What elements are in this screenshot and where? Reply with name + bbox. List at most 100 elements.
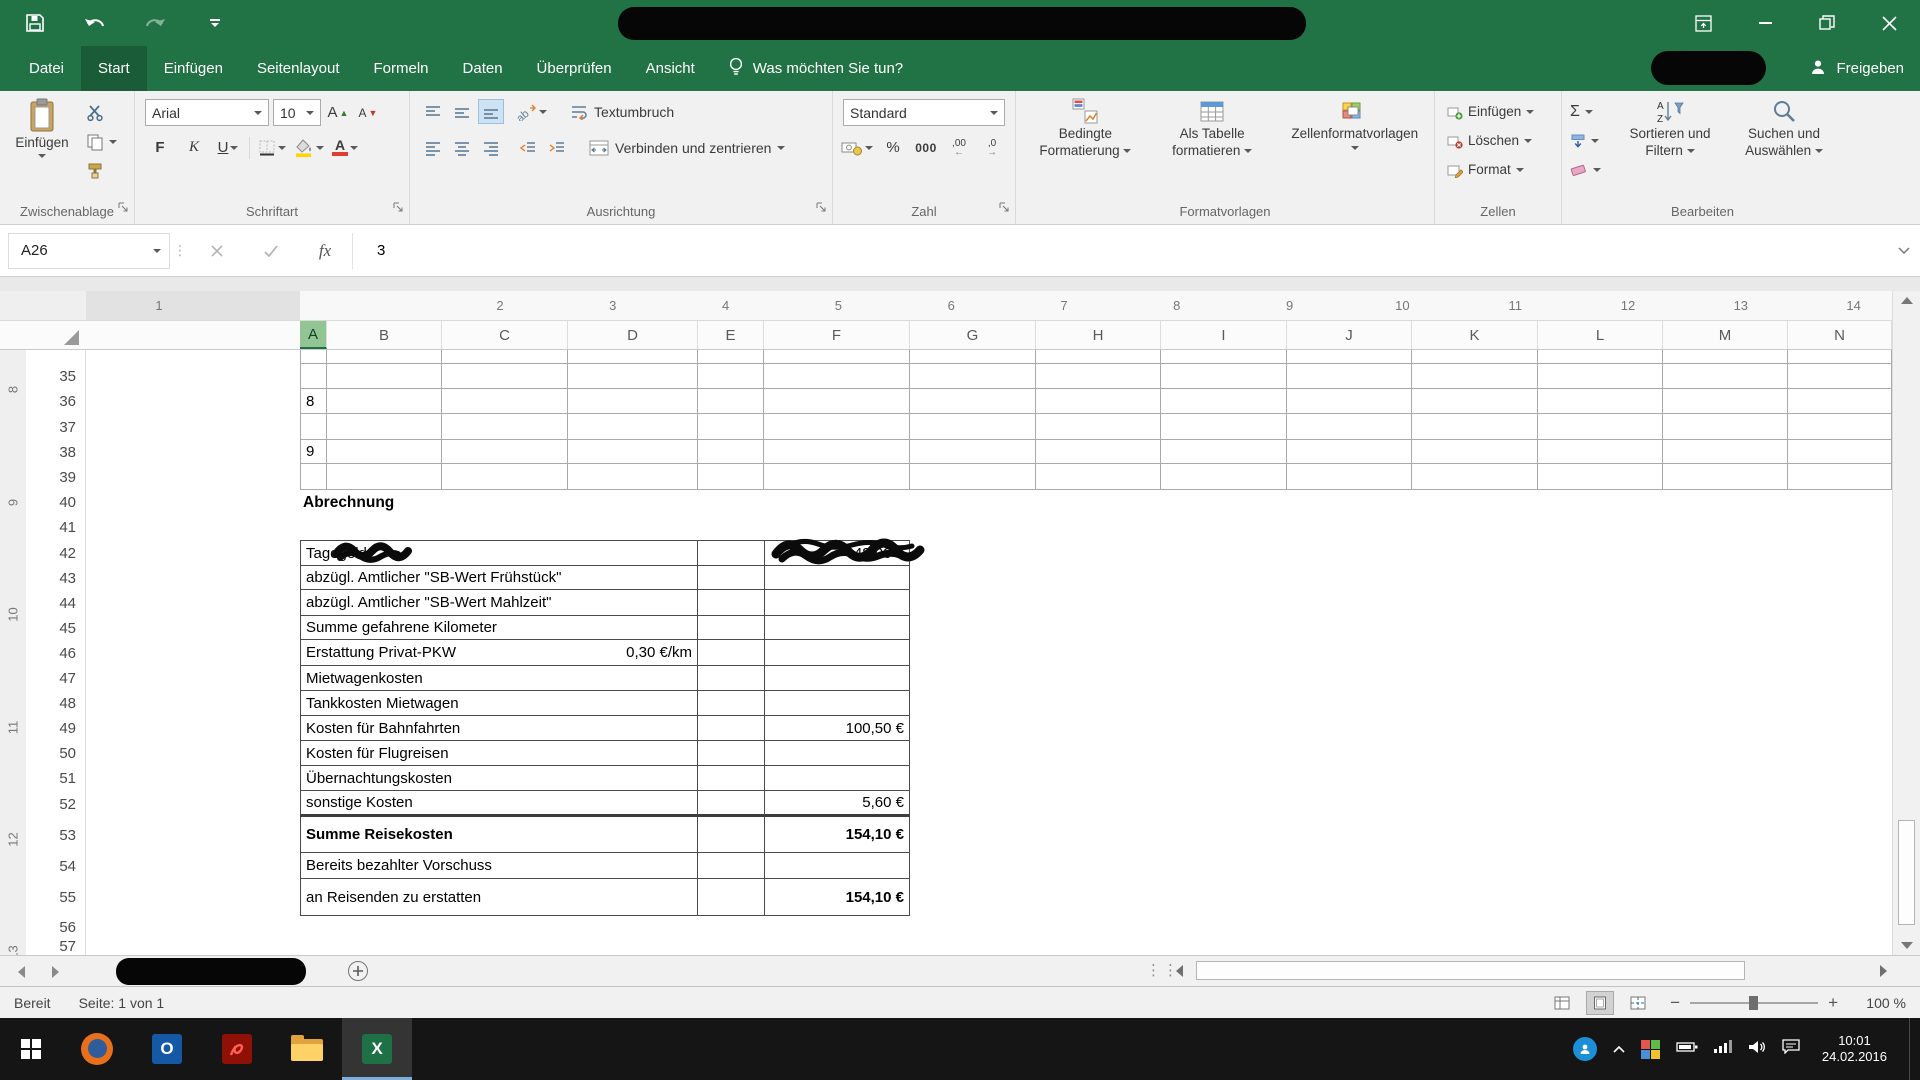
cell-N38[interactable] xyxy=(1788,440,1892,464)
share-button[interactable]: Freigeben xyxy=(1809,46,1904,91)
cell-J[interactable] xyxy=(1287,350,1412,364)
row-header-51[interactable]: 51 xyxy=(26,766,85,791)
tell-me-box[interactable]: Was möchten Sie tun? xyxy=(728,46,903,91)
cell-mid-51[interactable] xyxy=(698,766,764,791)
cut-button[interactable] xyxy=(86,98,117,127)
tray-show-hidden-icon[interactable] xyxy=(1613,1040,1625,1058)
scroll-down-icon[interactable] xyxy=(1901,942,1913,949)
cell-C37[interactable] xyxy=(442,414,568,440)
cell-N36[interactable] xyxy=(1788,389,1892,414)
decrease-decimal-button[interactable]: ,0→ xyxy=(979,135,1005,160)
cell-N37[interactable] xyxy=(1788,414,1892,440)
clipboard-dialog-launcher-icon[interactable] xyxy=(117,200,129,216)
cell-K36[interactable] xyxy=(1412,389,1538,414)
increase-indent-icon[interactable] xyxy=(544,135,570,160)
cell-value-47[interactable] xyxy=(764,666,910,691)
cell-I36[interactable] xyxy=(1161,389,1287,414)
cell-B39[interactable] xyxy=(327,464,442,490)
fill-color-button[interactable] xyxy=(294,135,324,160)
shrink-font-button[interactable]: A▼ xyxy=(355,100,381,125)
bold-button[interactable]: F xyxy=(147,135,173,160)
grow-font-button[interactable]: A▲ xyxy=(325,100,351,125)
column-header-N[interactable]: N xyxy=(1788,321,1892,349)
row-header-38[interactable]: 38 xyxy=(26,440,85,464)
font-dialog-launcher-icon[interactable] xyxy=(392,200,404,216)
cell-H[interactable] xyxy=(1036,350,1161,364)
cell-G36[interactable] xyxy=(910,389,1036,414)
cell-J39[interactable] xyxy=(1287,464,1412,490)
align-left-icon[interactable] xyxy=(420,135,446,160)
cell-mid-44[interactable] xyxy=(698,590,764,616)
insert-cells-button[interactable]: Einfügen xyxy=(1447,97,1534,126)
column-header-D[interactable]: D xyxy=(568,321,698,349)
cell-M[interactable] xyxy=(1663,350,1788,364)
cell-H35[interactable] xyxy=(1036,364,1161,389)
save-icon[interactable] xyxy=(20,8,50,38)
cell-G35[interactable] xyxy=(910,364,1036,389)
cell-J37[interactable] xyxy=(1287,414,1412,440)
row-header-45[interactable]: 45 xyxy=(26,616,85,640)
expand-formula-bar-icon[interactable] xyxy=(1898,242,1910,260)
cell-label-49[interactable]: Kosten für Bahnfahrten xyxy=(300,716,698,741)
borders-button[interactable] xyxy=(258,135,286,160)
cell-label-50[interactable]: Kosten für Flugreisen xyxy=(300,741,698,766)
align-top-icon[interactable] xyxy=(420,99,446,124)
cell-N39[interactable] xyxy=(1788,464,1892,490)
tray-app-icon[interactable] xyxy=(1573,1037,1597,1061)
vertical-scroll-thumb[interactable] xyxy=(1898,820,1915,925)
cell-L38[interactable] xyxy=(1538,440,1663,464)
cell-D35[interactable] xyxy=(568,364,698,389)
cell-G[interactable] xyxy=(910,350,1036,364)
cell-M38[interactable] xyxy=(1663,440,1788,464)
paste-button[interactable]: Einfügen xyxy=(8,91,76,158)
row-header-49[interactable]: 49 xyxy=(26,716,85,741)
format-as-table-button[interactable]: Als Tabelle formatieren xyxy=(1149,91,1276,159)
italic-button[interactable]: K xyxy=(181,135,207,160)
cell-J35[interactable] xyxy=(1287,364,1412,389)
cell-D39[interactable] xyxy=(568,464,698,490)
cell-L37[interactable] xyxy=(1538,414,1663,440)
cell-A36[interactable]: 8 xyxy=(300,389,327,414)
cell-E39[interactable] xyxy=(698,464,764,490)
row-header-52[interactable]: 52 xyxy=(26,791,85,817)
column-header-K[interactable]: K xyxy=(1412,321,1538,349)
cell-J38[interactable] xyxy=(1287,440,1412,464)
cell-label-51[interactable]: Übernachtungskosten xyxy=(300,766,698,791)
row-header-partial[interactable] xyxy=(26,350,85,364)
cell-A40-title[interactable]: Abrechnung xyxy=(300,490,1892,515)
tab-start[interactable]: Start xyxy=(81,46,147,91)
cell-value-55[interactable]: 154,10 € xyxy=(764,879,910,916)
view-page-layout-icon[interactable] xyxy=(1586,991,1614,1015)
row-header-54[interactable]: 54 xyxy=(26,853,85,879)
taskbar-explorer-button[interactable] xyxy=(272,1018,342,1080)
cell-E37[interactable] xyxy=(698,414,764,440)
align-middle-icon[interactable] xyxy=(449,99,475,124)
row-header-43[interactable]: 43 xyxy=(26,566,85,590)
network-signal-icon[interactable] xyxy=(1714,1040,1732,1058)
start-button[interactable] xyxy=(0,1018,62,1080)
cell-A35[interactable] xyxy=(300,364,327,389)
column-header-C[interactable]: C xyxy=(442,321,568,349)
number-dialog-launcher-icon[interactable] xyxy=(998,200,1010,216)
cell-L39[interactable] xyxy=(1538,464,1663,490)
cell-F35[interactable] xyxy=(764,364,910,389)
taskbar-firefox-button[interactable] xyxy=(62,1018,132,1080)
ribbon-display-options-icon[interactable] xyxy=(1672,0,1734,46)
sort-filter-button[interactable]: AZ Sortieren und Filtern xyxy=(1614,91,1726,159)
accounting-format-button[interactable] xyxy=(841,135,873,160)
cell-D38[interactable] xyxy=(568,440,698,464)
tab-seitenlayout[interactable]: Seitenlayout xyxy=(240,46,357,91)
column-header-M[interactable]: M xyxy=(1663,321,1788,349)
cell-label-53[interactable]: Summe Reisekosten xyxy=(300,817,698,853)
cell-A37[interactable] xyxy=(300,414,327,440)
increase-decimal-button[interactable]: ,00← xyxy=(946,135,972,160)
column-header-F[interactable]: F xyxy=(764,321,910,349)
cell-B35[interactable] xyxy=(327,364,442,389)
delete-cells-button[interactable]: Löschen xyxy=(1447,126,1534,155)
formula-input[interactable]: 3 xyxy=(353,233,1898,269)
cell-A38[interactable]: 9 xyxy=(300,440,327,464)
vertical-scrollbar[interactable] xyxy=(1892,291,1920,955)
hscroll-right-icon[interactable] xyxy=(1880,965,1887,977)
tab-daten[interactable]: Daten xyxy=(446,46,520,91)
cell-H36[interactable] xyxy=(1036,389,1161,414)
